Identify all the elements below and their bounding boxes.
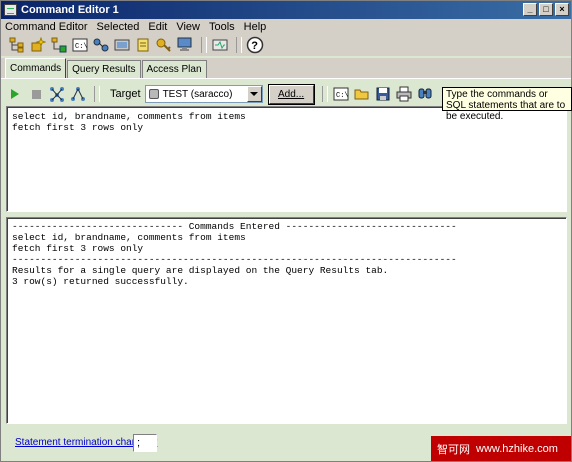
watermark-name: 智可网 [437,442,470,456]
save-icon[interactable] [374,86,392,102]
control-center-icon[interactable] [50,37,68,53]
journal-icon[interactable] [134,37,152,53]
window-title: Command Editor 1 [21,4,119,16]
menu-view[interactable]: View [176,21,200,33]
toolbar-separator [236,37,242,53]
maximize-button[interactable]: □ [539,3,553,16]
add-target-button[interactable]: Add... [267,83,315,105]
commands-panel: Target TEST (saracco) Add... C:\ Type th… [1,78,572,461]
toolbar-separator [321,86,328,102]
menu-command-editor[interactable]: Command Editor [5,21,88,33]
target-value: TEST (saracco) [162,88,233,100]
app-icon [4,4,17,16]
termination-character-input[interactable]: ; [133,434,157,452]
target-dropdown[interactable]: TEST (saracco) [144,85,263,103]
tooltip: Type the commands or SQL statements that… [442,87,572,122]
object-tree-icon[interactable] [8,37,26,53]
tab-strip: Commands Query Results Access Plan [1,58,571,78]
tab-access-plan[interactable]: Access Plan [141,60,207,78]
watermark: 智可网 www.hzhike.com [431,436,571,461]
close-button[interactable]: × [555,3,569,16]
title-bar[interactable]: Command Editor 1 _ □ × [1,1,571,19]
tab-commands[interactable]: Commands [5,58,67,78]
task-center-icon[interactable] [113,37,131,53]
access-plan-icon[interactable] [69,86,87,102]
run-icon[interactable] [6,86,24,102]
development-center-icon[interactable] [176,37,194,53]
toolbar-separator [94,86,100,102]
chevron-down-icon[interactable] [246,86,262,102]
svg-text:C:\: C:\ [75,43,88,51]
main-toolbar: C:\ ? [1,34,571,56]
window-controls: _ □ × [523,3,569,16]
menu-edit[interactable]: Edit [148,21,167,33]
command-editor-window: Command Editor 1 _ □ × Command Editor Se… [0,0,572,462]
menu-selected[interactable]: Selected [97,21,140,33]
menu-tools[interactable]: Tools [209,21,235,33]
tools-settings-icon[interactable] [211,37,229,53]
tab-query-results[interactable]: Query Results [67,60,141,78]
database-icon [148,89,159,99]
stop-icon[interactable] [27,86,45,102]
find-icon[interactable] [416,86,434,102]
new-object-icon[interactable] [29,37,47,53]
toolbar-separator [201,37,207,53]
watermark-url: www.hzhike.com [476,442,558,455]
license-icon[interactable] [155,37,173,53]
print-icon[interactable] [395,86,413,102]
explain-icon[interactable] [48,86,66,102]
open-folder-icon[interactable] [353,86,371,102]
command-window-icon[interactable]: C:\ [332,86,350,102]
help-icon[interactable]: ? [246,36,264,54]
menu-help[interactable]: Help [244,21,267,33]
command-output-area[interactable]: ------------------------------ Commands … [6,217,567,424]
svg-text:?: ? [251,40,258,52]
command-editor-icon[interactable]: C:\ [71,37,89,53]
replication-icon[interactable] [92,37,110,53]
menu-bar: Command Editor Selected Edit View Tools … [1,19,571,34]
target-label: Target [110,88,141,100]
svg-text:C:\: C:\ [336,92,349,100]
minimize-button[interactable]: _ [523,3,537,16]
